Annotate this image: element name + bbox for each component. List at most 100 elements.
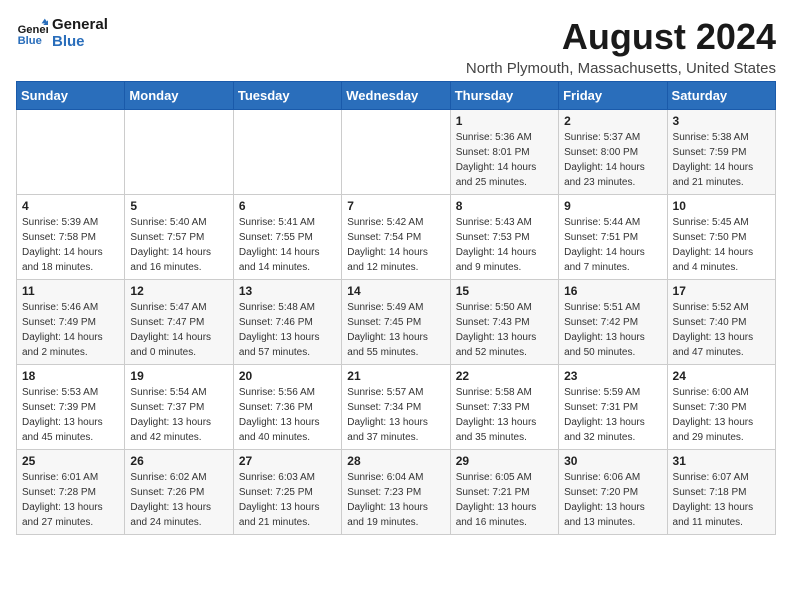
day-cell: 20Sunrise: 5:56 AM Sunset: 7:36 PM Dayli… (233, 365, 341, 450)
day-info: Sunrise: 5:47 AM Sunset: 7:47 PM Dayligh… (130, 300, 227, 360)
day-info: Sunrise: 6:00 AM Sunset: 7:30 PM Dayligh… (673, 385, 770, 445)
day-cell: 28 Sunrise: 6:04 AM Sunset: 7:23 PM Dayli… (342, 450, 450, 535)
week-row-3: 11Sunrise: 5:46 AM Sunset: 7:49 PM Dayli… (17, 280, 776, 365)
week-row-4: 18 Sunrise: 5:53 AM Sunset: 7:39 PM Dayli… (17, 365, 776, 450)
day-cell: 27 Sunrise: 6:03 AM Sunset: 7:25 PM Dayli… (233, 450, 341, 535)
day-number: 9 (564, 199, 661, 213)
day-cell: 16 Sunrise: 5:51 AM Sunset: 7:42 PM Dayli… (559, 280, 667, 365)
day-info: Sunrise: 6:04 AM Sunset: 7:23 PM Dayligh… (347, 470, 444, 530)
calendar-title: August 2024 (466, 16, 776, 58)
calendar-table: SundayMondayTuesdayWednesdayThursdayFrid… (16, 81, 776, 535)
day-number: 3 (673, 114, 770, 128)
day-cell: 26Sunrise: 6:02 AM Sunset: 7:26 PM Dayli… (125, 450, 233, 535)
day-info: Sunrise: 6:07 AM Sunset: 7:18 PM Dayligh… (673, 470, 770, 530)
day-info: Sunrise: 5:39 AM Sunset: 7:58 PM Dayligh… (22, 215, 119, 275)
day-cell: 12 Sunrise: 5:47 AM Sunset: 7:47 PM Dayli… (125, 280, 233, 365)
day-cell: 24Sunrise: 6:00 AM Sunset: 7:30 PM Dayli… (667, 365, 775, 450)
day-info: Sunrise: 6:06 AM Sunset: 7:20 PM Dayligh… (564, 470, 661, 530)
day-cell (342, 110, 450, 195)
weekday-header-sunday: Sunday (17, 82, 125, 110)
weekday-header-thursday: Thursday (450, 82, 558, 110)
weekday-header-wednesday: Wednesday (342, 82, 450, 110)
day-cell: 10 Sunrise: 5:45 AM Sunset: 7:50 PM Dayli… (667, 195, 775, 280)
day-info: Sunrise: 5:49 AM Sunset: 7:45 PM Dayligh… (347, 300, 444, 360)
week-row-5: 25 Sunrise: 6:01 AM Sunset: 7:28 PM Dayli… (17, 450, 776, 535)
day-cell: 19 Sunrise: 5:54 AM Sunset: 7:37 PM Dayli… (125, 365, 233, 450)
day-number: 11 (22, 284, 119, 298)
day-info: Sunrise: 6:05 AM Sunset: 7:21 PM Dayligh… (456, 470, 553, 530)
day-number: 15 (456, 284, 553, 298)
day-cell: 18 Sunrise: 5:53 AM Sunset: 7:39 PM Dayli… (17, 365, 125, 450)
day-number: 16 (564, 284, 661, 298)
day-info: Sunrise: 6:03 AM Sunset: 7:25 PM Dayligh… (239, 470, 336, 530)
day-number: 5 (130, 199, 227, 213)
day-cell: 14 Sunrise: 5:49 AM Sunset: 7:45 PM Dayli… (342, 280, 450, 365)
day-cell: 11Sunrise: 5:46 AM Sunset: 7:49 PM Dayli… (17, 280, 125, 365)
weekday-header-row: SundayMondayTuesdayWednesdayThursdayFrid… (17, 82, 776, 110)
day-number: 7 (347, 199, 444, 213)
day-cell: 17Sunrise: 5:52 AM Sunset: 7:40 PM Dayli… (667, 280, 775, 365)
day-number: 14 (347, 284, 444, 298)
day-number: 20 (239, 369, 336, 383)
day-number: 23 (564, 369, 661, 383)
day-cell: 25 Sunrise: 6:01 AM Sunset: 7:28 PM Dayli… (17, 450, 125, 535)
day-info: Sunrise: 5:58 AM Sunset: 7:33 PM Dayligh… (456, 385, 553, 445)
day-info: Sunrise: 5:44 AM Sunset: 7:51 PM Dayligh… (564, 215, 661, 275)
weekday-header-monday: Monday (125, 82, 233, 110)
day-number: 22 (456, 369, 553, 383)
weekday-header-friday: Friday (559, 82, 667, 110)
day-info: Sunrise: 5:38 AM Sunset: 7:59 PM Dayligh… (673, 130, 770, 190)
day-info: Sunrise: 5:53 AM Sunset: 7:39 PM Dayligh… (22, 385, 119, 445)
weekday-header-tuesday: Tuesday (233, 82, 341, 110)
svg-text:General: General (18, 24, 48, 36)
svg-text:Blue: Blue (18, 35, 42, 47)
day-cell: 22 Sunrise: 5:58 AM Sunset: 7:33 PM Dayli… (450, 365, 558, 450)
day-number: 4 (22, 199, 119, 213)
day-cell: 30 Sunrise: 6:06 AM Sunset: 7:20 PM Dayli… (559, 450, 667, 535)
day-number: 10 (673, 199, 770, 213)
day-info: Sunrise: 5:59 AM Sunset: 7:31 PM Dayligh… (564, 385, 661, 445)
day-number: 18 (22, 369, 119, 383)
day-cell: 31Sunrise: 6:07 AM Sunset: 7:18 PM Dayli… (667, 450, 775, 535)
page-header: General Blue General Blue August 2024 No… (16, 16, 776, 77)
day-cell (17, 110, 125, 195)
day-cell: 1Sunrise: 5:36 AM Sunset: 8:01 PM Daylig… (450, 110, 558, 195)
day-info: Sunrise: 5:48 AM Sunset: 7:46 PM Dayligh… (239, 300, 336, 360)
day-info: Sunrise: 5:54 AM Sunset: 7:37 PM Dayligh… (130, 385, 227, 445)
day-info: Sunrise: 5:57 AM Sunset: 7:34 PM Dayligh… (347, 385, 444, 445)
day-info: Sunrise: 5:51 AM Sunset: 7:42 PM Dayligh… (564, 300, 661, 360)
day-number: 17 (673, 284, 770, 298)
day-number: 27 (239, 454, 336, 468)
day-cell (125, 110, 233, 195)
day-number: 30 (564, 454, 661, 468)
day-cell: 21 Sunrise: 5:57 AM Sunset: 7:34 PM Dayli… (342, 365, 450, 450)
day-info: Sunrise: 5:43 AM Sunset: 7:53 PM Dayligh… (456, 215, 553, 275)
day-info: Sunrise: 5:42 AM Sunset: 7:54 PM Dayligh… (347, 215, 444, 275)
day-cell (233, 110, 341, 195)
day-cell: 8 Sunrise: 5:43 AM Sunset: 7:53 PM Daylig… (450, 195, 558, 280)
logo-line1: General (52, 16, 108, 33)
weekday-header-saturday: Saturday (667, 82, 775, 110)
day-number: 25 (22, 454, 119, 468)
day-cell: 2Sunrise: 5:37 AM Sunset: 8:00 PM Daylig… (559, 110, 667, 195)
day-cell: 13 Sunrise: 5:48 AM Sunset: 7:46 PM Dayli… (233, 280, 341, 365)
day-info: Sunrise: 6:02 AM Sunset: 7:26 PM Dayligh… (130, 470, 227, 530)
day-info: Sunrise: 6:01 AM Sunset: 7:28 PM Dayligh… (22, 470, 119, 530)
logo-line2: Blue (52, 33, 108, 50)
day-number: 1 (456, 114, 553, 128)
day-cell: 3 Sunrise: 5:38 AM Sunset: 7:59 PM Daylig… (667, 110, 775, 195)
day-number: 13 (239, 284, 336, 298)
day-number: 12 (130, 284, 227, 298)
day-number: 19 (130, 369, 227, 383)
week-row-2: 4 Sunrise: 5:39 AM Sunset: 7:58 PM Daylig… (17, 195, 776, 280)
day-info: Sunrise: 5:41 AM Sunset: 7:55 PM Dayligh… (239, 215, 336, 275)
day-number: 8 (456, 199, 553, 213)
day-info: Sunrise: 5:50 AM Sunset: 7:43 PM Dayligh… (456, 300, 553, 360)
day-number: 28 (347, 454, 444, 468)
day-number: 21 (347, 369, 444, 383)
title-block: August 2024 North Plymouth, Massachusett… (466, 16, 776, 77)
day-info: Sunrise: 5:40 AM Sunset: 7:57 PM Dayligh… (130, 215, 227, 275)
day-info: Sunrise: 5:45 AM Sunset: 7:50 PM Dayligh… (673, 215, 770, 275)
day-cell: 23 Sunrise: 5:59 AM Sunset: 7:31 PM Dayli… (559, 365, 667, 450)
logo-icon: General Blue (16, 17, 48, 49)
